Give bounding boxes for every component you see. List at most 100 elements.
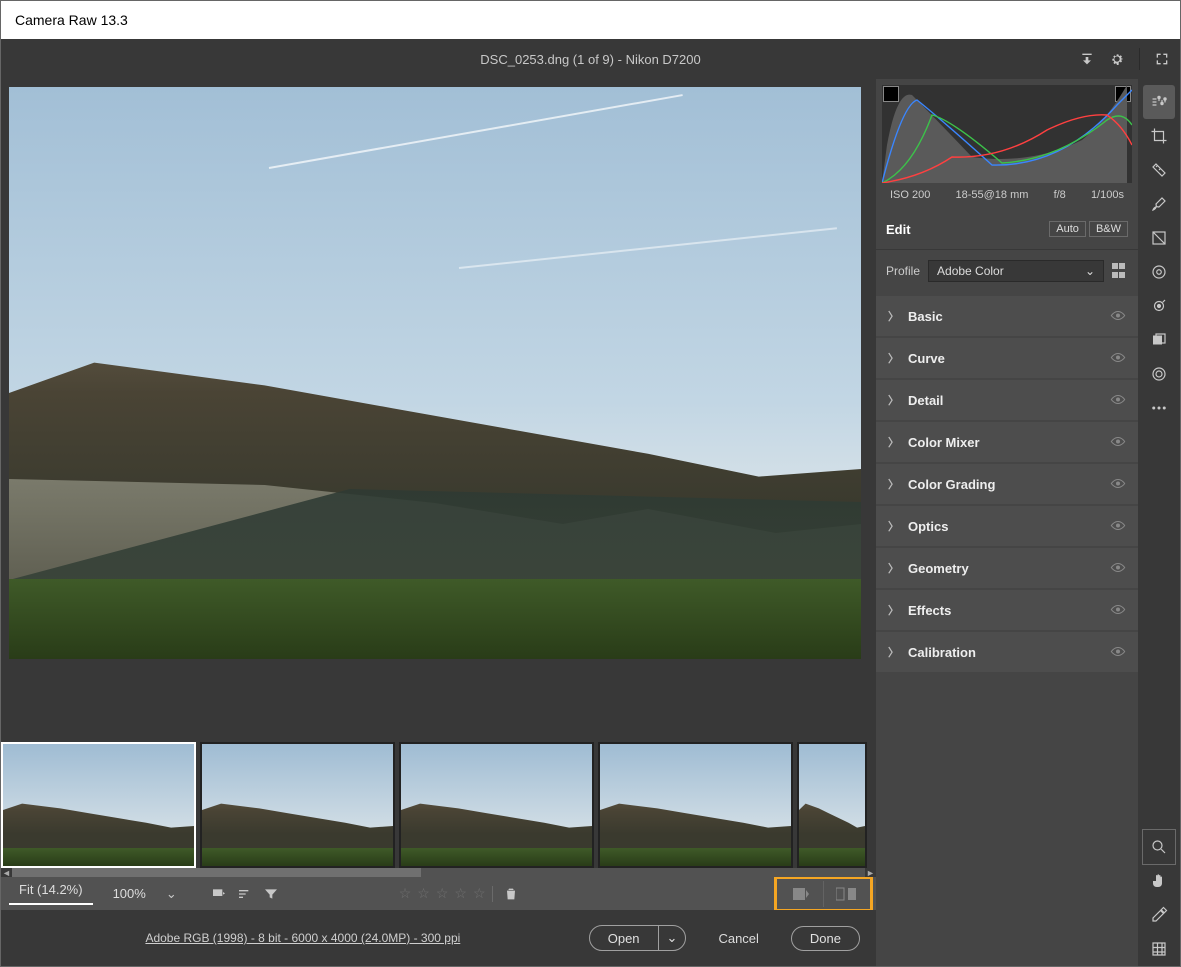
panel-label: Color Mixer bbox=[908, 435, 980, 450]
zoom-dropdown-icon[interactable]: ⌄ bbox=[166, 886, 177, 902]
done-button[interactable]: Done bbox=[791, 926, 860, 951]
save-icon[interactable] bbox=[1079, 51, 1095, 67]
zoom-tool-icon[interactable] bbox=[1143, 830, 1175, 864]
rating-star-4[interactable]: ☆ bbox=[454, 885, 467, 902]
thumbnail[interactable] bbox=[200, 742, 395, 868]
edit-title: Edit bbox=[886, 222, 1049, 237]
rating-star-5[interactable]: ☆ bbox=[473, 885, 486, 902]
footer-bar: Adobe RGB (1998) - 8 bit - 6000 x 4000 (… bbox=[1, 910, 876, 966]
profile-label: Profile bbox=[886, 264, 920, 278]
zoom-value-button[interactable]: 100% bbox=[103, 886, 156, 901]
title-bar: Camera Raw 13.3 bbox=[1, 1, 1180, 39]
trash-icon[interactable] bbox=[492, 886, 519, 902]
panel-label: Basic bbox=[908, 309, 943, 324]
panel-label: Color Grading bbox=[908, 477, 995, 492]
open-dropdown-icon[interactable]: ⌄ bbox=[658, 926, 686, 950]
chevron-right-icon: 〉 bbox=[888, 350, 896, 366]
histogram[interactable] bbox=[882, 85, 1132, 183]
image-preview-area[interactable] bbox=[1, 79, 876, 742]
image-menu-icon[interactable] bbox=[211, 886, 227, 902]
presets-tool-icon[interactable] bbox=[1143, 357, 1175, 391]
before-after-toggle[interactable] bbox=[779, 881, 823, 907]
panel-calibration[interactable]: 〉 Calibration bbox=[876, 632, 1138, 672]
exposure-meta: ISO 200 18-55@18 mm f/8 1/100s bbox=[876, 183, 1138, 207]
camera-model: Nikon D7200 bbox=[626, 52, 701, 67]
color-sampler-tool-icon[interactable] bbox=[1143, 898, 1175, 932]
rating-star-2[interactable]: ☆ bbox=[417, 885, 430, 902]
fit-zoom-button[interactable]: Fit (14.2%) bbox=[9, 882, 93, 905]
panel-label: Calibration bbox=[908, 645, 976, 660]
auto-button[interactable]: Auto bbox=[1049, 221, 1086, 237]
visibility-icon[interactable] bbox=[1110, 519, 1126, 534]
open-button[interactable]: Open ⌄ bbox=[589, 925, 687, 951]
profile-browser-icon[interactable] bbox=[1112, 263, 1128, 279]
filmstrip-scrollbar[interactable]: ◄ ► bbox=[1, 868, 876, 877]
focal-value: 18-55@18 mm bbox=[956, 189, 1029, 201]
info-bar: Fit (14.2%) 100% ⌄ ☆ ☆ ☆ ☆ ☆ bbox=[1, 877, 876, 910]
output-settings-link[interactable]: Adobe RGB (1998) - 8 bit - 6000 x 4000 (… bbox=[17, 931, 589, 945]
visibility-icon[interactable] bbox=[1110, 645, 1126, 660]
more-tool-icon[interactable] bbox=[1143, 391, 1175, 425]
grid-tool-icon[interactable] bbox=[1143, 932, 1175, 966]
fullscreen-icon[interactable] bbox=[1154, 51, 1170, 67]
chevron-right-icon: 〉 bbox=[888, 518, 896, 534]
profile-select[interactable]: Adobe Color ⌄ bbox=[928, 260, 1104, 282]
panel-geometry[interactable]: 〉Geometry bbox=[876, 548, 1138, 588]
chevron-right-icon: 〉 bbox=[888, 434, 896, 450]
chevron-right-icon: 〉 bbox=[888, 476, 896, 492]
panel-color-grading[interactable]: 〉 Color Grading bbox=[876, 464, 1138, 504]
brush-tool-icon[interactable] bbox=[1143, 187, 1175, 221]
chevron-right-icon: 〉 bbox=[888, 308, 896, 324]
split-view-toggle[interactable] bbox=[823, 881, 868, 907]
panel-detail[interactable]: 〉 Detail bbox=[876, 380, 1138, 420]
radial-gradient-tool-icon[interactable] bbox=[1143, 255, 1175, 289]
hand-tool-icon[interactable] bbox=[1143, 864, 1175, 898]
edit-panel: ISO 200 18-55@18 mm f/8 1/100s Edit Auto… bbox=[876, 79, 1138, 966]
filter-icon[interactable] bbox=[263, 886, 279, 902]
visibility-icon[interactable] bbox=[1110, 561, 1126, 576]
panel-basic[interactable]: 〉 Basic bbox=[876, 296, 1138, 336]
visibility-icon[interactable] bbox=[1110, 603, 1126, 618]
panel-label: Geometry bbox=[908, 561, 969, 576]
panel-label: Optics bbox=[908, 519, 948, 534]
chevron-right-icon: 〉 bbox=[888, 644, 896, 660]
heal-tool-icon[interactable] bbox=[1143, 153, 1175, 187]
redeye-tool-icon[interactable] bbox=[1143, 289, 1175, 323]
visibility-icon[interactable] bbox=[1110, 309, 1126, 324]
visibility-icon[interactable] bbox=[1110, 351, 1126, 366]
linear-gradient-tool-icon[interactable] bbox=[1143, 221, 1175, 255]
panel-curve[interactable]: 〉Curve bbox=[876, 338, 1138, 378]
bw-button[interactable]: B&W bbox=[1089, 221, 1128, 237]
edit-tool-icon[interactable] bbox=[1143, 85, 1175, 119]
visibility-icon[interactable] bbox=[1110, 477, 1126, 492]
panel-optics[interactable]: 〉 Optics bbox=[876, 506, 1138, 546]
thumbnail[interactable] bbox=[399, 742, 594, 868]
preview-photo bbox=[9, 87, 861, 659]
snapshots-tool-icon[interactable] bbox=[1143, 323, 1175, 357]
sort-icon[interactable] bbox=[237, 886, 253, 902]
file-name: DSC_0253.dng (1 of 9) bbox=[480, 52, 614, 67]
thumbnail[interactable] bbox=[1, 742, 196, 868]
chevron-right-icon: 〉 bbox=[888, 392, 896, 408]
cancel-button[interactable]: Cancel bbox=[700, 927, 776, 950]
thumbnail[interactable] bbox=[598, 742, 793, 868]
rating-star-1[interactable]: ☆ bbox=[399, 885, 412, 902]
panel-effects[interactable]: 〉Effects bbox=[876, 590, 1138, 630]
thumbnail[interactable] bbox=[797, 742, 867, 868]
iso-value: ISO 200 bbox=[890, 189, 930, 201]
tool-column bbox=[1138, 79, 1180, 966]
crop-tool-icon[interactable] bbox=[1143, 119, 1175, 153]
file-info: DSC_0253.dng (1 of 9) - Nikon D7200 bbox=[480, 52, 700, 67]
settings-icon[interactable] bbox=[1109, 51, 1125, 67]
app-title: Camera Raw 13.3 bbox=[15, 12, 128, 28]
shutter-value: 1/100s bbox=[1091, 189, 1124, 201]
visibility-icon[interactable] bbox=[1110, 435, 1126, 450]
panel-label: Detail bbox=[908, 393, 943, 408]
panel-label: Effects bbox=[908, 603, 951, 618]
panel-color-mixer[interactable]: 〉 Color Mixer bbox=[876, 422, 1138, 462]
rating-star-3[interactable]: ☆ bbox=[436, 885, 449, 902]
filmstrip[interactable]: ◄ ► bbox=[1, 742, 876, 877]
aperture-value: f/8 bbox=[1054, 189, 1066, 201]
visibility-icon[interactable] bbox=[1110, 393, 1126, 408]
top-bar: DSC_0253.dng (1 of 9) - Nikon D7200 bbox=[1, 39, 1180, 79]
